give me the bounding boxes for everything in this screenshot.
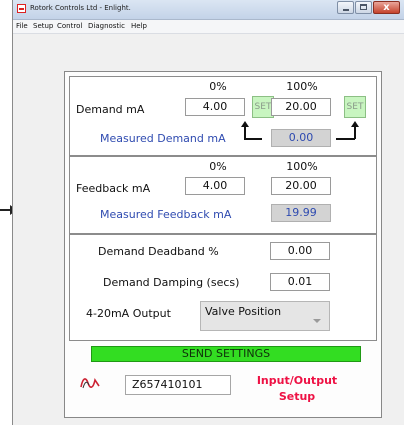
measured-demand-value: 0.00	[271, 129, 331, 147]
close-icon: x	[383, 2, 390, 13]
io-setup-title-line2: Setup	[278, 390, 316, 403]
app-icon	[17, 4, 26, 13]
measured-feedback-value: 19.99	[271, 204, 331, 222]
deadband-label: Demand Deadband %	[98, 245, 219, 258]
app-window: Rotork Controls Ltd - Enlight. x File Se…	[12, 0, 404, 425]
minimize-button[interactable]	[337, 1, 354, 14]
demand-pct-high: 100%	[286, 80, 318, 93]
window-title: Rotork Controls Ltd - Enlight.	[30, 4, 131, 12]
demand-high-field[interactable]: 20.00	[271, 98, 331, 116]
demand-pct-low: 0%	[209, 80, 227, 93]
measured-demand-label: Measured Demand mA	[100, 132, 226, 145]
feedback-pct-low: 0%	[209, 160, 227, 173]
input-output-panel: 0% 100% Demand mA 4.00 SET 20.00 SET Mea…	[64, 71, 382, 418]
output-label: 4-20mA Output	[86, 307, 171, 320]
output-select-value: Valve Position	[205, 305, 282, 318]
feedback-low-field[interactable]: 4.00	[185, 177, 245, 195]
menu-control[interactable]: Control	[57, 22, 82, 30]
feedback-pct-high: 100%	[286, 160, 318, 173]
measured-feedback-label: Measured Feedback mA	[100, 208, 232, 221]
window-controls: x	[336, 1, 400, 14]
maximize-button[interactable]	[355, 1, 372, 14]
io-setup-title: Input/Output Setup	[255, 373, 339, 405]
close-button[interactable]: x	[373, 1, 400, 14]
menu-diagnostic[interactable]: Diagnostic	[88, 22, 125, 30]
pointer-arrow	[0, 205, 17, 215]
send-settings-button[interactable]: SEND SETTINGS	[91, 346, 361, 362]
menu-file[interactable]: File	[16, 22, 28, 30]
feedback-label: Feedback mA	[76, 182, 151, 195]
demand-high-set-button[interactable]: SET	[344, 96, 366, 118]
chevron-down-icon	[313, 319, 321, 323]
menu-bar: File Setup Control Diagnostic Help	[13, 20, 404, 34]
demand-label: Demand mA	[76, 103, 145, 116]
menu-help[interactable]: Help	[131, 22, 147, 30]
settings-group: Demand Deadband % 0.00 Demand Damping (s…	[69, 234, 377, 341]
feedback-high-field[interactable]: 20.00	[271, 177, 331, 195]
deadband-field[interactable]: 0.00	[270, 242, 330, 260]
demand-low-field[interactable]: 4.00	[185, 98, 245, 116]
damping-label: Demand Damping (secs)	[103, 276, 240, 289]
title-bar: Rotork Controls Ltd - Enlight. x	[13, 0, 404, 20]
menu-setup[interactable]: Setup	[33, 22, 53, 30]
demand-group: 0% 100% Demand mA 4.00 SET 20.00 SET Mea…	[69, 76, 377, 156]
rotork-wave-logo	[80, 377, 100, 389]
io-setup-title-line1: Input/Output	[256, 374, 338, 387]
feedback-group: 0% 100% Feedback mA 4.00 20.00 Measured …	[69, 156, 377, 234]
output-select[interactable]: Valve Position	[200, 301, 330, 331]
serial-number-field: Z657410101	[125, 375, 231, 395]
damping-field[interactable]: 0.01	[270, 273, 330, 291]
